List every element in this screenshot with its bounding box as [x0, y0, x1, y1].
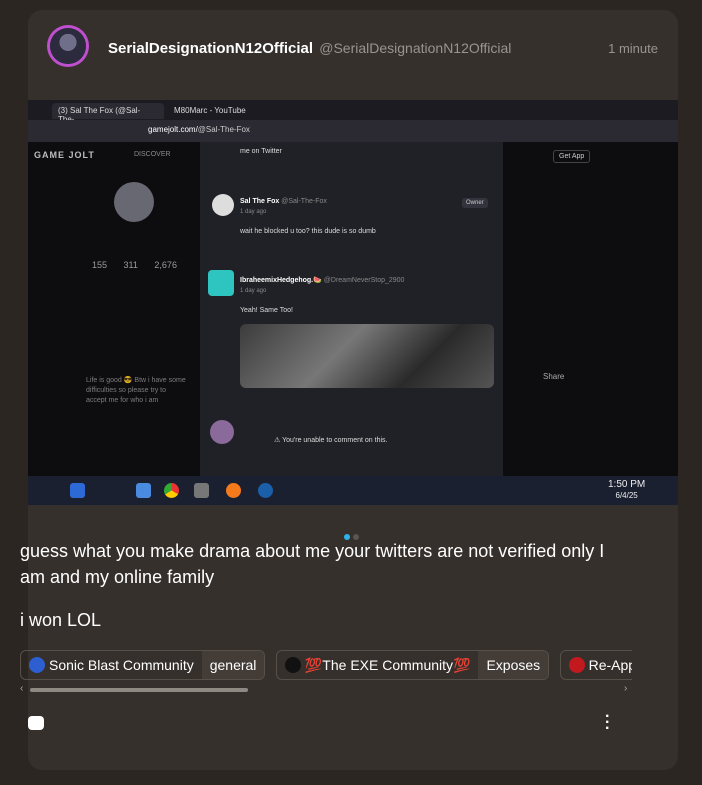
more-options-icon[interactable]: · · ·	[605, 709, 610, 737]
commenter-name: IbraheemixHedgehog.🍉 @DreamNeverStop_290…	[240, 276, 404, 284]
community-scrollbar[interactable]: ‹ ›	[20, 683, 632, 694]
browser-url: gamejolt.com/@Sal-The-Fox	[148, 125, 250, 134]
community-chip[interactable]: Sonic Blast Community general	[20, 650, 266, 680]
gamejolt-page: GAME JOLT DISCOVER 155 311 2,676 Life is…	[28, 142, 678, 476]
scroll-thumb[interactable]	[30, 688, 248, 692]
scroll-right-icon[interactable]: ›	[624, 683, 627, 694]
comment-text: Yeah! Same Too!	[240, 307, 293, 314]
commenter-name-text: IbraheemixHedgehog.🍉	[240, 277, 322, 284]
profile-avatar	[114, 182, 154, 222]
profile-sidebar: GAME JOLT DISCOVER 155 311 2,676 Life is…	[28, 142, 200, 476]
community-channel: Exposes	[478, 651, 549, 679]
taskbar-clock: 1:50 PM 6/4/25	[608, 479, 645, 501]
warning-icon: ⚠	[274, 437, 283, 444]
url-path: @Sal-The-Fox	[197, 125, 250, 134]
author-line: SerialDesignationN12Official @SerialDesi…	[108, 40, 511, 57]
owner-badge: Owner	[462, 198, 488, 208]
browser-tabbar: (3) Sal The Fox (@Sal-The-... M80Marc - …	[28, 100, 678, 124]
clock-date: 6/4/25	[615, 491, 638, 500]
url-domain: gamejolt.com/	[148, 125, 198, 134]
author-handle[interactable]: @SerialDesignationN12Official	[319, 40, 511, 56]
community-name: 💯The EXE Community💯	[304, 656, 471, 673]
comment-disabled-text: You're unable to comment on this.	[282, 437, 388, 444]
commenter-name-text: Sal The Fox	[240, 198, 280, 205]
comment-time: 1 day ago	[240, 288, 267, 294]
author-name[interactable]: SerialDesignationN12Official	[108, 40, 313, 57]
os-taskbar: 1:50 PM 6/4/25	[28, 476, 678, 505]
share-heading: Share	[543, 372, 565, 381]
community-channel: general	[201, 651, 265, 679]
own-avatar	[210, 420, 234, 444]
comment-icon[interactable]	[28, 716, 44, 730]
gamejolt-logo: GAME JOLT	[34, 150, 95, 160]
comment-disabled-notice: ⚠ You're unable to comment on this.	[274, 436, 387, 444]
folder-icon	[136, 483, 151, 498]
get-app-button: Get App	[553, 150, 591, 163]
steam-icon	[258, 483, 273, 498]
browser-tab-2: M80Marc - YouTube	[174, 106, 246, 115]
community-name: Re-Applicati	[588, 657, 632, 673]
post-time[interactable]: 1 minute	[608, 41, 658, 56]
clock-time: 1:50 PM	[608, 479, 646, 490]
commenter-handle: @DreamNeverStop_2900	[323, 277, 405, 284]
comments-panel: me on Twitter Sal The Fox @Sal-The-Fox O…	[200, 142, 503, 476]
community-icon	[29, 657, 45, 673]
stat-value: 311	[123, 260, 138, 270]
commenter-handle: @Sal-The-Fox	[281, 198, 327, 205]
chrome-icon	[164, 483, 179, 498]
commenter-name: Sal The Fox @Sal-The-Fox	[240, 198, 327, 205]
community-chip[interactable]: 💯The EXE Community💯 Exposes	[275, 650, 550, 680]
community-icon	[284, 657, 301, 673]
profile-bio: Life is good 😎 Btw i have some difficult…	[86, 377, 186, 404]
community-name: Sonic Blast Community	[49, 657, 194, 673]
browser-tab-1: (3) Sal The Fox (@Sal-The-...	[52, 103, 164, 124]
community-chip[interactable]: Re-Applicati	[559, 650, 632, 680]
browser-urlbar: gamejolt.com/@Sal-The-Fox	[28, 120, 678, 142]
comment-time: 1 day ago	[240, 209, 267, 215]
commenter-avatar	[208, 270, 234, 296]
post-text-line2: i won LOL	[20, 610, 102, 630]
comment-text: wait he blocked u too? this dude is so d…	[240, 228, 376, 235]
community-list: Sonic Blast Community general 💯The EXE C…	[20, 650, 632, 682]
scroll-left-icon[interactable]: ‹	[20, 683, 23, 694]
profile-stats: 155 311 2,676	[92, 260, 191, 270]
taskbar-app-icon	[70, 483, 85, 498]
post-header: SerialDesignationN12Official @SerialDesi…	[28, 10, 678, 90]
post-image[interactable]: (3) Sal The Fox (@Sal-The-... M80Marc - …	[28, 100, 678, 505]
author-avatar[interactable]	[50, 28, 86, 64]
community-icon	[568, 657, 585, 673]
right-panel: Get App Share	[503, 142, 678, 476]
discover-link: DISCOVER	[134, 151, 171, 158]
stat-value: 2,676	[154, 260, 177, 270]
firefox-icon	[226, 483, 241, 498]
taskbar-app-icon	[194, 483, 209, 498]
commenter-avatar	[212, 194, 234, 216]
embedded-image	[240, 324, 494, 388]
comment-text: me on Twitter	[240, 148, 282, 155]
post-text: guess what you make drama about me your …	[20, 541, 605, 587]
stat-value: 155	[92, 260, 108, 270]
